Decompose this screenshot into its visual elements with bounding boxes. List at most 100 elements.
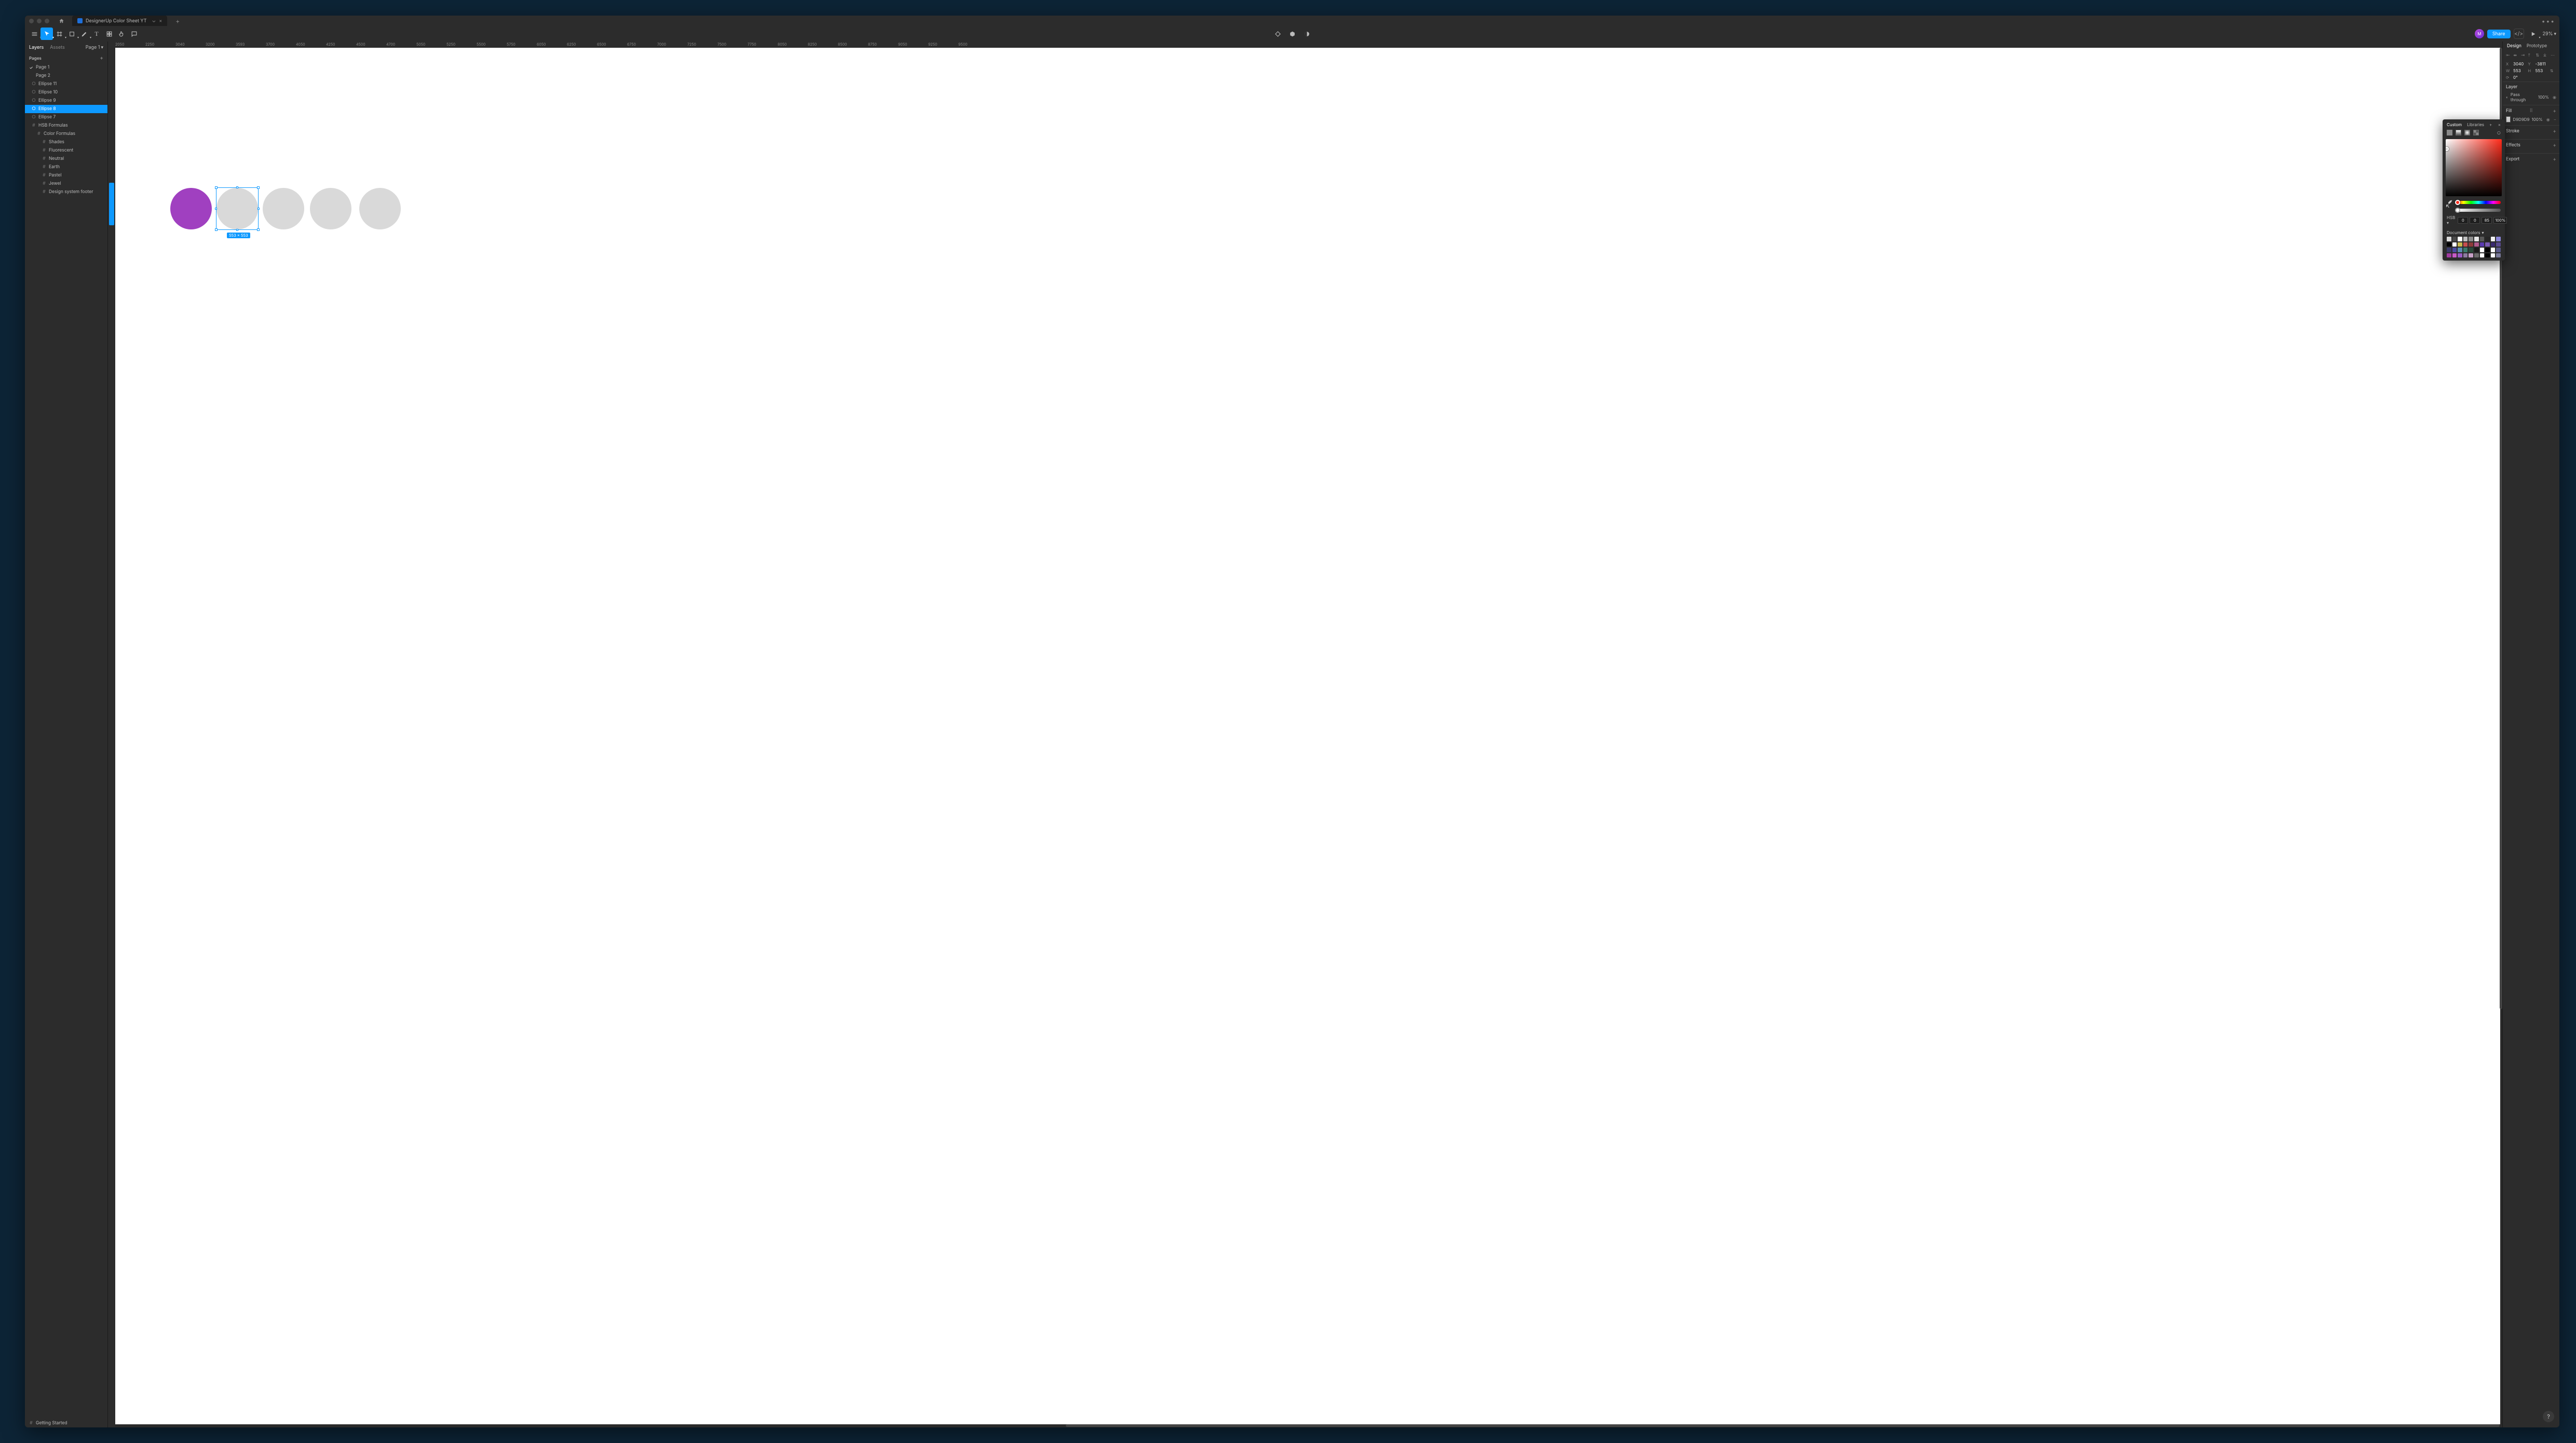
rotation-input[interactable]: 0° bbox=[2513, 75, 2527, 80]
picker-tab-libraries[interactable]: Libraries bbox=[2467, 122, 2484, 127]
color-swatch[interactable] bbox=[2480, 253, 2485, 258]
color-swatch[interactable] bbox=[2463, 248, 2468, 252]
pen-tool[interactable]: ▾ bbox=[78, 28, 90, 40]
add-page-button[interactable]: + bbox=[100, 55, 103, 61]
color-swatch[interactable] bbox=[2480, 242, 2485, 247]
fill-type-radial-button[interactable] bbox=[2464, 130, 2470, 135]
color-swatch[interactable] bbox=[2447, 253, 2451, 258]
hsb-a-input[interactable] bbox=[2493, 217, 2507, 224]
fill-type-solid-button[interactable] bbox=[2447, 130, 2452, 135]
doc-colors-chevron-icon[interactable]: ▾ bbox=[2482, 230, 2484, 235]
layer-opacity-input[interactable]: 100% bbox=[2538, 94, 2549, 100]
selection-handle[interactable] bbox=[257, 228, 260, 231]
color-swatch[interactable] bbox=[2496, 237, 2501, 241]
alpha-slider[interactable] bbox=[2456, 209, 2501, 212]
color-swatch[interactable] bbox=[2469, 242, 2473, 247]
color-swatch[interactable] bbox=[2491, 248, 2496, 252]
add-fill-button[interactable]: + bbox=[2553, 108, 2556, 114]
tab-prototype[interactable]: Prototype bbox=[2527, 44, 2547, 49]
layer-item[interactable]: ○Ellipse 9 bbox=[25, 97, 107, 105]
color-swatch[interactable] bbox=[2463, 253, 2468, 258]
color-swatch[interactable] bbox=[2480, 248, 2485, 252]
tab-design[interactable]: Design bbox=[2507, 44, 2521, 49]
color-swatch[interactable] bbox=[2463, 237, 2468, 241]
color-model-select[interactable]: HSB ▾ bbox=[2447, 215, 2455, 225]
fill-visibility-button[interactable]: ◉ bbox=[2546, 117, 2550, 122]
tab-chevron-icon[interactable]: ⌄ bbox=[152, 18, 156, 24]
hand-tool[interactable] bbox=[115, 28, 128, 40]
zoom-selector[interactable]: 29%▾ bbox=[2543, 31, 2556, 37]
fill-styles-button[interactable]: ⠿ bbox=[2530, 108, 2533, 114]
color-swatch[interactable] bbox=[2474, 253, 2479, 258]
color-swatch[interactable] bbox=[2469, 253, 2473, 258]
share-button[interactable]: Share bbox=[2487, 30, 2511, 38]
color-swatch[interactable] bbox=[2447, 248, 2451, 252]
blend-mode-select[interactable]: Pass through bbox=[2511, 92, 2536, 102]
mask-button[interactable] bbox=[1286, 28, 1298, 40]
fill-type-linear-button[interactable] bbox=[2456, 130, 2461, 135]
picker-close-button[interactable]: × bbox=[2498, 122, 2501, 127]
color-swatch[interactable] bbox=[2491, 253, 2496, 258]
move-tool[interactable]: ▾ bbox=[40, 28, 53, 40]
picker-add-style-button[interactable]: + bbox=[2489, 122, 2492, 127]
color-swatch[interactable] bbox=[2447, 237, 2451, 241]
layer-item[interactable]: ○Ellipse 8 bbox=[25, 105, 107, 113]
color-swatch[interactable] bbox=[2491, 242, 2496, 247]
layer-item[interactable]: #Pastel bbox=[25, 171, 107, 180]
comment-tool[interactable] bbox=[128, 28, 140, 40]
present-button[interactable]: ▾ bbox=[2527, 28, 2540, 40]
color-swatch[interactable] bbox=[2458, 242, 2462, 247]
ellipse-shape[interactable] bbox=[310, 188, 351, 229]
shape-tool[interactable]: ▾ bbox=[65, 28, 78, 40]
sidebar-item-getting-started[interactable]: # Getting Started bbox=[25, 1419, 107, 1427]
layer-item[interactable]: ○Ellipse 7 bbox=[25, 113, 107, 121]
dev-mode-button[interactable]: </> bbox=[2514, 29, 2524, 39]
color-swatch[interactable] bbox=[2485, 237, 2490, 241]
color-swatch[interactable] bbox=[2452, 237, 2457, 241]
align-right-button[interactable]: ⇥ bbox=[2521, 52, 2527, 58]
color-swatch[interactable] bbox=[2480, 237, 2485, 241]
align-hcenter-button[interactable]: ⇹ bbox=[2513, 52, 2519, 58]
align-top-button[interactable]: ⤒ bbox=[2528, 52, 2534, 58]
layer-item[interactable]: #Fluorescent bbox=[25, 146, 107, 155]
selection-handle[interactable] bbox=[215, 186, 218, 189]
add-export-button[interactable]: + bbox=[2553, 156, 2556, 162]
color-swatch[interactable] bbox=[2485, 248, 2490, 252]
main-menu-button[interactable]: ▾ bbox=[28, 28, 40, 40]
hsb-b-input[interactable] bbox=[2482, 217, 2492, 224]
color-swatch[interactable] bbox=[2458, 253, 2462, 258]
color-swatch[interactable] bbox=[2485, 253, 2490, 258]
color-swatch[interactable] bbox=[2496, 248, 2501, 252]
color-swatch[interactable] bbox=[2496, 253, 2501, 258]
fill-swatch[interactable] bbox=[2506, 116, 2511, 122]
x-input[interactable]: 3040 bbox=[2513, 61, 2527, 66]
color-swatch[interactable] bbox=[2447, 242, 2451, 247]
layer-item[interactable]: #Design system footer bbox=[25, 188, 107, 196]
ellipse-shape[interactable] bbox=[359, 188, 401, 229]
selection-handle[interactable] bbox=[257, 186, 260, 189]
layer-item[interactable]: #Jewel bbox=[25, 180, 107, 188]
color-swatch[interactable] bbox=[2491, 237, 2496, 241]
scrollbar-horizontal[interactable] bbox=[1066, 1424, 2500, 1427]
align-vcenter-button[interactable]: ⇅ bbox=[2536, 52, 2541, 58]
color-swatch[interactable] bbox=[2452, 253, 2457, 258]
align-more-button[interactable]: ⋯ bbox=[2551, 52, 2556, 58]
align-bottom-button[interactable]: ⤓ bbox=[2543, 52, 2549, 58]
saturation-value-field[interactable] bbox=[2446, 139, 2502, 196]
frame-tool[interactable]: ▾ bbox=[53, 28, 65, 40]
color-swatch[interactable] bbox=[2485, 242, 2490, 247]
home-button[interactable] bbox=[57, 16, 66, 25]
window-zoom-icon[interactable] bbox=[45, 19, 49, 23]
selection-mid-handle[interactable] bbox=[257, 208, 260, 210]
color-swatch[interactable] bbox=[2474, 242, 2479, 247]
align-left-button[interactable]: ⇤ bbox=[2506, 52, 2512, 58]
tab-close-button[interactable]: × bbox=[159, 18, 162, 24]
h-input[interactable]: 553 bbox=[2536, 68, 2550, 73]
selection-mid-handle[interactable] bbox=[215, 208, 217, 210]
fill-type-image-button[interactable] bbox=[2473, 130, 2479, 135]
boolean-ops-button[interactable] bbox=[1300, 28, 1313, 40]
color-swatch[interactable] bbox=[2474, 237, 2479, 241]
eyedropper-button[interactable] bbox=[2447, 199, 2453, 206]
assets-tab[interactable]: Assets bbox=[50, 45, 65, 50]
canvas[interactable]: 2050225030403200359337004050425045004700… bbox=[108, 42, 2502, 1427]
